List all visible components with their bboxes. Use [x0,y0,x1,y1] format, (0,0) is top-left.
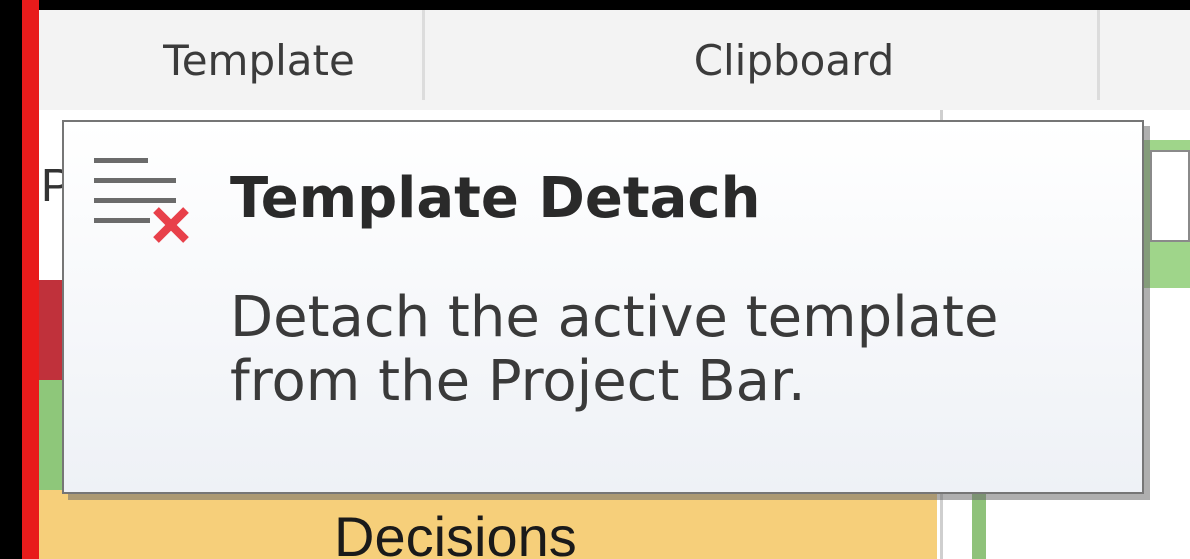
ribbon: Template Clipboard [39,10,1190,110]
tooltip-description-line: from the Project Bar. [230,349,806,414]
tooltip-description: Detach the active template from the Proj… [230,286,1110,414]
template-detach-icon [94,158,189,243]
tooltip-title: Template Detach [230,166,761,231]
ribbon-group-template: Template [163,36,355,85]
decisions-label: Decisions [334,505,577,559]
ribbon-separator [422,10,425,100]
tooltip: Template Detach Detach the active templa… [62,120,1144,494]
app-window: Template Clipboard P Decisions Template … [0,0,1190,559]
window-edge [0,0,22,559]
ribbon-separator [1097,10,1100,100]
red-accent-strip [22,0,39,559]
ribbon-group-clipboard: Clipboard [693,36,895,85]
tooltip-description-line: Detach the active template [230,285,999,350]
right-input-field[interactable] [1150,150,1190,242]
